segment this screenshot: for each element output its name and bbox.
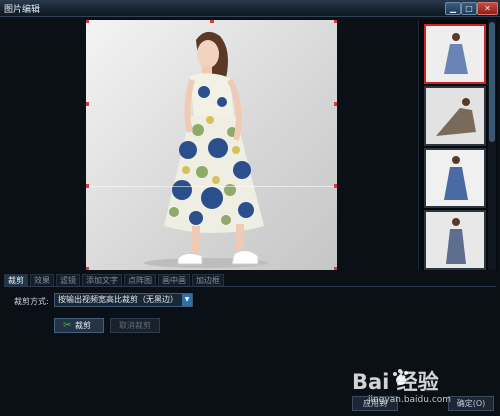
crop-handle-bottom-right[interactable] (334, 267, 337, 270)
tab-crop[interactable]: 裁剪 (4, 274, 28, 286)
crop-handle-top[interactable] (210, 20, 214, 23)
tab-dot-matrix[interactable]: 点阵图 (124, 274, 156, 286)
tab-filter[interactable]: 滤镜 (56, 274, 80, 286)
baidu-watermark: Bai 经验 jingyan.baidu.com (352, 366, 492, 412)
crop-mode-label: 裁剪方式: (14, 297, 49, 306)
crop-handle-right-lower[interactable] (334, 184, 337, 188)
crop-button-label: 裁剪 (75, 321, 91, 330)
crop-handle-top-left[interactable] (86, 20, 89, 23)
image-preview[interactable] (86, 20, 337, 270)
thumbnail-strip (418, 20, 497, 270)
thumbnail-scrollbar[interactable] (488, 20, 496, 270)
scissors-icon: ✂ (63, 320, 72, 331)
crop-mode-select[interactable]: 按输出视频宽高比裁剪（无黑边） ▼ (54, 293, 193, 307)
thumbnail-2[interactable] (424, 86, 486, 146)
crop-handle-left-lower[interactable] (86, 184, 89, 188)
dropdown-arrow-icon[interactable]: ▼ (182, 294, 192, 306)
cancel-crop-button[interactable]: 取消裁剪 (110, 318, 160, 333)
thumbnail-4[interactable] (424, 210, 486, 270)
tab-effects[interactable]: 效果 (30, 274, 54, 286)
scrollbar-thumb[interactable] (489, 22, 495, 142)
thumbnail-3[interactable] (424, 148, 486, 208)
photo-model (144, 31, 268, 268)
crop-handle-left[interactable] (86, 102, 89, 106)
crop-mode-value: 按输出视频宽高比裁剪（无黑边） (58, 295, 178, 304)
maximize-icon[interactable]: □ (461, 2, 477, 15)
tab-add-border[interactable]: 加边框 (192, 274, 224, 286)
close-icon[interactable]: ✕ (477, 2, 498, 15)
crop-button[interactable]: ✂ 裁剪 (54, 318, 104, 333)
window-title: 图片编辑 (4, 5, 41, 15)
minimize-icon[interactable]: ▁ (445, 2, 461, 15)
crop-handle-top-right[interactable] (334, 20, 337, 23)
tab-picture-in-picture[interactable]: 画中画 (158, 274, 190, 286)
watermark-url: jingyan.baidu.com (368, 395, 452, 405)
title-bar: 图片编辑 ▁ □ ✕ (0, 0, 500, 17)
paw-logo-icon (393, 369, 408, 385)
crop-guide-line (86, 186, 337, 187)
thumbnail-1[interactable] (424, 24, 486, 84)
crop-handle-bottom-left[interactable] (86, 267, 89, 270)
tab-add-text[interactable]: 添加文字 (82, 274, 122, 286)
crop-handle-right[interactable] (334, 102, 337, 106)
tool-tabs: 裁剪 效果 滤镜 添加文字 点阵图 画中画 加边框 (4, 274, 496, 287)
